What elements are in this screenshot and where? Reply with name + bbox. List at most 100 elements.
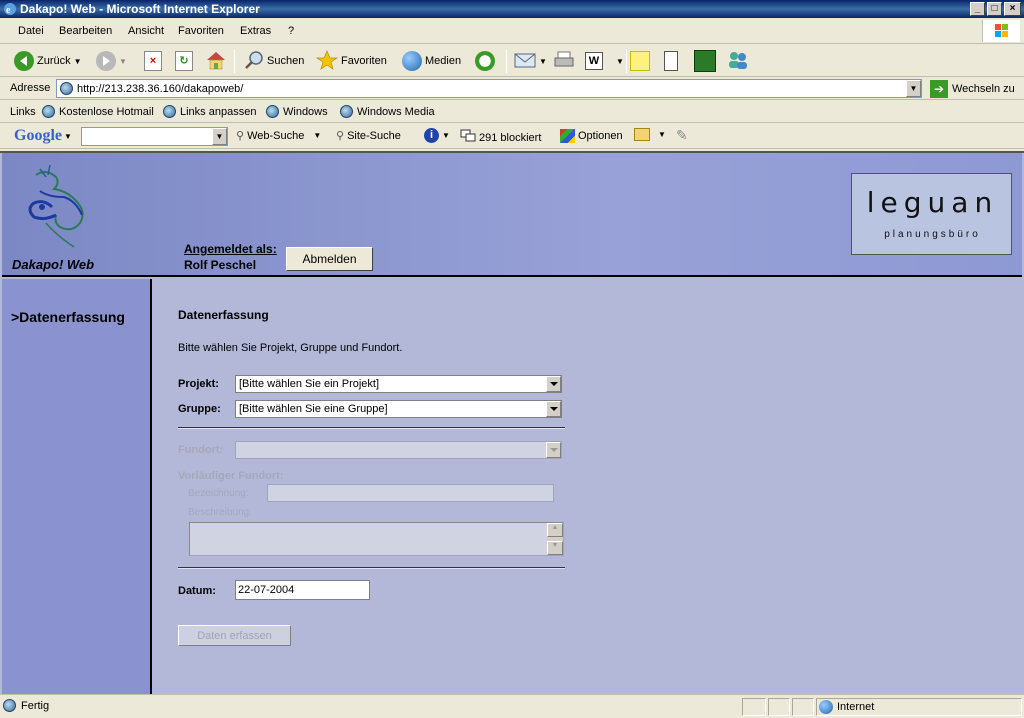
datum-value: 22-07-2004 bbox=[238, 584, 295, 596]
stop-button[interactable]: × bbox=[144, 49, 162, 73]
note-button[interactable] bbox=[630, 49, 650, 73]
beschreibung-label: Beschreibung: bbox=[188, 507, 252, 518]
status-cell bbox=[792, 698, 814, 716]
icq-icon bbox=[694, 50, 716, 72]
icq-button[interactable] bbox=[694, 49, 716, 73]
projekt-value: [Bitte wählen Sie ein Projekt] bbox=[239, 378, 380, 390]
go-label: Wechseln zu bbox=[952, 83, 1015, 95]
menu-ansicht[interactable]: Ansicht bbox=[128, 25, 164, 37]
menu-bar: Datei Bearbeiten Ansicht Favoriten Extra… bbox=[0, 18, 1024, 44]
page-icon bbox=[163, 105, 176, 118]
sidebar: >Datenerfassung bbox=[2, 279, 152, 696]
device-icon bbox=[664, 51, 678, 71]
folder-button[interactable]: ▼ bbox=[634, 128, 666, 141]
site-search-icon: ⚲ bbox=[336, 130, 345, 142]
address-dropdown-button[interactable]: ▼ bbox=[906, 80, 921, 97]
link-windows[interactable]: Windows bbox=[266, 105, 328, 118]
search-icon bbox=[244, 50, 264, 73]
info-icon: i bbox=[424, 128, 439, 143]
projekt-select[interactable]: [Bitte wählen Sie ein Projekt] bbox=[235, 375, 562, 393]
search-button[interactable]: Suchen bbox=[244, 49, 304, 73]
forward-button[interactable]: ▼ bbox=[96, 49, 127, 73]
menu-help[interactable]: ? bbox=[288, 25, 294, 37]
main-form: Datenerfassung Bitte wählen Sie Projekt,… bbox=[154, 279, 1022, 696]
site-search-button[interactable]: ⚲ Site-Suche bbox=[336, 129, 401, 143]
web-search-button[interactable]: ⚲ Web-Suche ▼ bbox=[236, 129, 321, 143]
chevron-down-icon: ▼ bbox=[64, 131, 72, 141]
fundort-select[interactable] bbox=[235, 441, 562, 459]
back-label: Zurück bbox=[37, 55, 71, 67]
address-input[interactable]: http://213.238.36.160/dakapoweb/ ▼ bbox=[56, 79, 922, 98]
address-url: http://213.238.36.160/dakapoweb/ bbox=[77, 82, 244, 95]
print-button[interactable] bbox=[553, 49, 575, 73]
minimize-button[interactable]: _ bbox=[970, 2, 985, 16]
favorites-button[interactable]: Favoriten bbox=[315, 49, 387, 73]
options-button[interactable]: Optionen bbox=[560, 129, 623, 143]
gruppe-select[interactable]: [Bitte wählen Sie eine Gruppe] bbox=[235, 400, 562, 418]
search-label: Suchen bbox=[267, 55, 305, 67]
media-button[interactable]: Medien bbox=[402, 49, 461, 73]
menu-bearbeiten[interactable]: Bearbeiten bbox=[59, 25, 112, 37]
datum-label: Datum: bbox=[178, 585, 216, 597]
chevron-down-icon: ▼ bbox=[119, 56, 127, 66]
link-hotmail[interactable]: Kostenlose Hotmail bbox=[42, 105, 154, 118]
popup-blocker-button[interactable]: 291 blockiert bbox=[460, 129, 541, 146]
maximize-button[interactable]: □ bbox=[987, 2, 1002, 16]
globe-icon bbox=[819, 700, 833, 714]
options-label: Optionen bbox=[578, 130, 623, 142]
google-search-input[interactable]: ▼ bbox=[81, 127, 228, 146]
binoculars-icon: ⚲ bbox=[236, 130, 245, 142]
home-button[interactable] bbox=[205, 49, 227, 73]
google-search-dropdown[interactable]: ▼ bbox=[212, 128, 227, 145]
google-toolbar: Google ▼ ▼ ⚲ Web-Suche ▼ ⚲ Site-Suche i … bbox=[0, 124, 1024, 149]
page-icon bbox=[3, 699, 16, 712]
link-customize[interactable]: Links anpassen bbox=[163, 105, 256, 118]
form-intro: Bitte wählen Sie Projekt, Gruppe und Fun… bbox=[178, 342, 403, 354]
links-bar: Links Kostenlose Hotmail Links anpassen … bbox=[0, 101, 1024, 123]
go-button[interactable]: ➔ Wechseln zu bbox=[930, 79, 1015, 99]
menu-datei[interactable]: Datei bbox=[18, 25, 44, 37]
chevron-down-icon: ▼ bbox=[539, 56, 547, 66]
chevron-down-icon bbox=[546, 401, 561, 417]
sidebar-item-datenerfassung[interactable]: >Datenerfassung bbox=[11, 309, 125, 325]
messenger-panel-button[interactable] bbox=[664, 49, 678, 73]
page-icon bbox=[266, 105, 279, 118]
logout-button[interactable]: Abmelden bbox=[286, 247, 373, 271]
google-menu-button[interactable]: Google ▼ bbox=[14, 127, 72, 145]
chevron-down-icon bbox=[546, 376, 561, 392]
history-button[interactable] bbox=[475, 49, 495, 73]
messenger-button[interactable] bbox=[726, 49, 750, 73]
scroll-up-icon[interactable]: ▲ bbox=[547, 523, 563, 537]
page-info-button[interactable]: i ▼ bbox=[424, 128, 450, 143]
form-title: Datenerfassung bbox=[178, 308, 269, 322]
textarea-scrollbar[interactable]: ▲ ▼ bbox=[547, 523, 563, 555]
site-search-label: Site-Suche bbox=[347, 129, 401, 142]
go-arrow-icon: ➔ bbox=[930, 80, 948, 98]
svg-text:e: e bbox=[6, 5, 11, 16]
datum-input[interactable]: 22-07-2004 bbox=[235, 580, 370, 600]
menu-favoriten[interactable]: Favoriten bbox=[178, 25, 224, 37]
scroll-down-icon[interactable]: ▼ bbox=[547, 541, 563, 555]
beschreibung-textarea[interactable]: ▲ ▼ bbox=[189, 522, 564, 556]
users-icon bbox=[726, 50, 750, 73]
back-button[interactable]: Zurück ▼ bbox=[14, 49, 82, 73]
gruppe-label: Gruppe: bbox=[178, 403, 221, 415]
home-icon bbox=[205, 50, 227, 73]
status-page-icon bbox=[3, 699, 16, 715]
menu-extras[interactable]: Extras bbox=[240, 25, 271, 37]
submit-button[interactable]: Daten erfassen bbox=[178, 625, 291, 646]
refresh-button[interactable]: ↻ bbox=[175, 49, 193, 73]
zone-text: Internet bbox=[837, 701, 875, 713]
close-button[interactable]: × bbox=[1004, 2, 1021, 16]
link-windows-media[interactable]: Windows Media bbox=[340, 105, 435, 118]
word-icon: W bbox=[585, 52, 603, 70]
chevron-down-icon bbox=[546, 442, 561, 458]
link-label: Links anpassen bbox=[180, 105, 257, 118]
mail-button[interactable]: ▼ bbox=[514, 49, 547, 73]
bezeichnung-input[interactable] bbox=[267, 484, 554, 502]
edit-button[interactable]: W ▼ bbox=[585, 49, 624, 73]
forward-arrow-icon bbox=[96, 51, 116, 71]
highlight-button[interactable]: ✎ bbox=[676, 127, 688, 144]
link-label: Windows Media bbox=[357, 105, 435, 118]
ie-icon: e bbox=[3, 2, 17, 16]
